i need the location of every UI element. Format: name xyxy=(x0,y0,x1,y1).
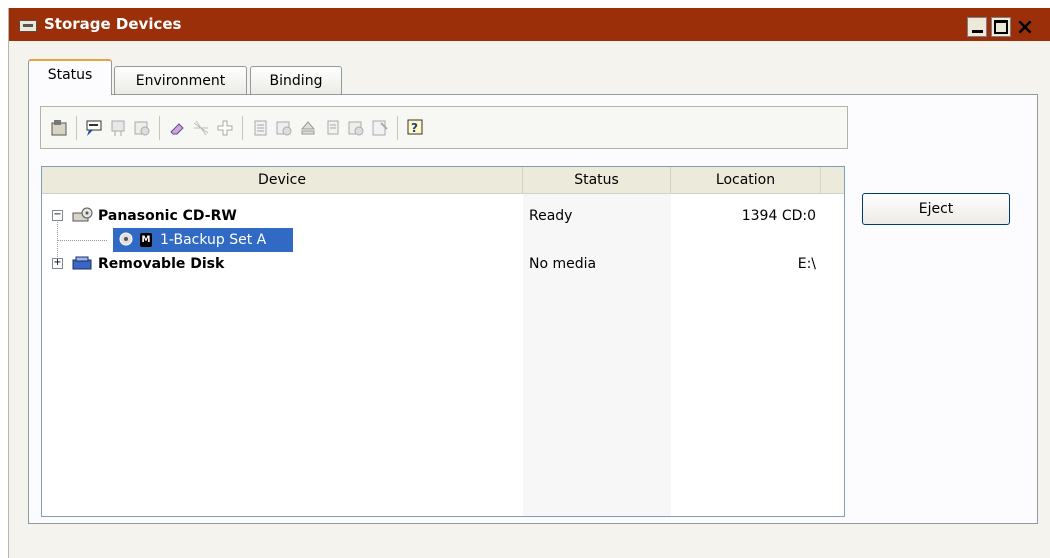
maximize-icon xyxy=(994,20,1008,34)
unmount-icon[interactable] xyxy=(108,118,128,138)
tab-environment-label: Environment xyxy=(135,72,226,89)
table-row[interactable]: − Panasonic CD-RW Ready 1394 CD:0 xyxy=(42,204,844,228)
library-icon[interactable] xyxy=(132,118,152,138)
device-name: Panasonic CD-RW xyxy=(98,208,237,224)
minimize-icon xyxy=(971,29,983,33)
device-name: Removable Disk xyxy=(98,256,225,272)
eject-icon[interactable] xyxy=(298,118,318,138)
label-icon[interactable] xyxy=(274,118,294,138)
tab-status-label: Status xyxy=(47,67,93,83)
comment-icon[interactable] xyxy=(84,118,104,138)
removable-disk-icon xyxy=(72,255,94,271)
toolbar-separator xyxy=(397,115,398,140)
tab-environment[interactable]: Environment xyxy=(114,66,247,94)
tab-status[interactable]: Status xyxy=(28,59,112,95)
device-list[interactable]: Device Status Location − Panasonic CD-RW… xyxy=(41,166,845,517)
expand-toggle[interactable]: + xyxy=(52,258,63,269)
maximize-button[interactable] xyxy=(991,17,1011,37)
media-badge: M xyxy=(140,233,152,247)
device-location: E:\ xyxy=(797,256,816,272)
device-status: No media xyxy=(529,256,597,272)
window-title: Storage Devices xyxy=(44,15,182,33)
column-header-device[interactable]: Device xyxy=(42,167,523,193)
close-button[interactable]: × xyxy=(1015,14,1035,40)
device-location: 1394 CD:0 xyxy=(741,208,816,224)
add-icon[interactable] xyxy=(215,118,235,138)
format-icon[interactable] xyxy=(370,118,390,138)
storage-devices-icon xyxy=(19,20,37,32)
copy-icon[interactable] xyxy=(322,118,342,138)
inventory-icon[interactable] xyxy=(250,118,270,138)
minimize-button[interactable] xyxy=(967,17,987,37)
toolbar-separator xyxy=(159,115,160,140)
mount-icon[interactable] xyxy=(346,118,366,138)
cleaning-icon[interactable] xyxy=(191,118,211,138)
column-header-location[interactable]: Location xyxy=(671,167,821,193)
eject-button[interactable]: Eject xyxy=(862,193,1010,225)
device-status: Ready xyxy=(529,208,573,224)
table-row[interactable]: + Removable Disk No media E:\ xyxy=(42,252,844,276)
close-icon: × xyxy=(1015,14,1035,40)
tab-binding-label: Binding xyxy=(269,72,323,89)
toolbar-separator xyxy=(76,115,77,140)
toolbar-separator xyxy=(242,115,243,140)
help-icon[interactable]: ? xyxy=(405,118,425,138)
svg-text:?: ? xyxy=(411,121,418,135)
column-header-status[interactable]: Status xyxy=(523,167,671,193)
media-name: 1-Backup Set A xyxy=(160,232,267,248)
eject-button-label: Eject xyxy=(918,201,954,217)
title-bar[interactable]: Storage Devices × xyxy=(9,8,1050,41)
disc-icon xyxy=(118,231,140,247)
collapse-toggle[interactable]: − xyxy=(52,210,63,221)
list-header: Device Status Location xyxy=(42,167,844,194)
eraser-icon[interactable] xyxy=(167,118,187,138)
cdrw-drive-icon xyxy=(72,207,94,223)
table-row[interactable]: M 1-Backup Set A xyxy=(42,228,844,252)
tab-binding[interactable]: Binding xyxy=(250,66,342,94)
toolbar: ? xyxy=(40,106,848,149)
properties-icon[interactable] xyxy=(49,118,69,138)
